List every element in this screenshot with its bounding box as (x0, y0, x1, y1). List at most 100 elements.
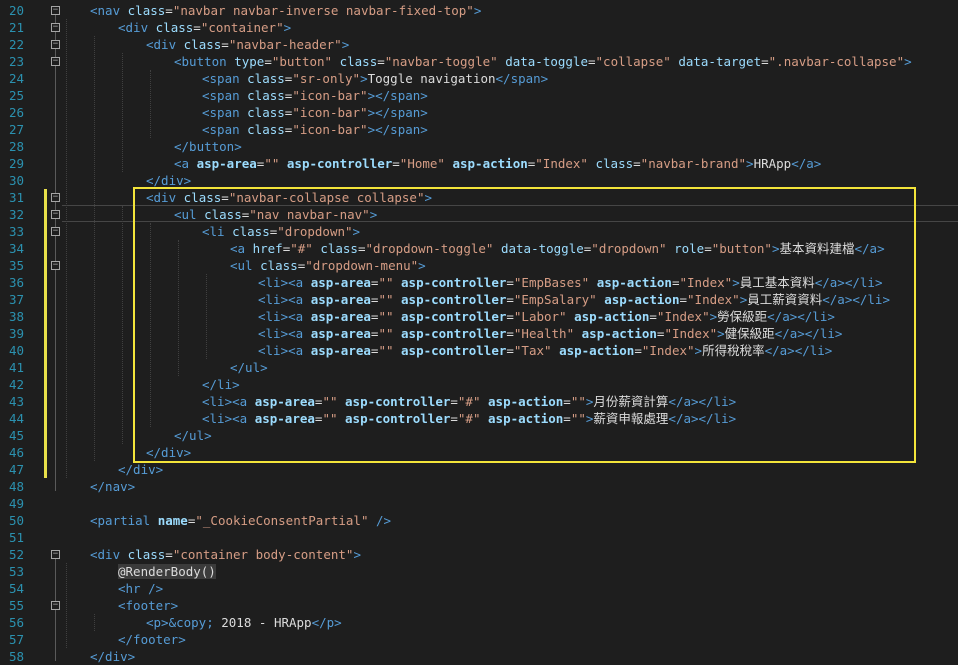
code-token: = (671, 275, 680, 290)
code-token: "_CookieConsentPartial" (195, 513, 376, 528)
code-line[interactable]: 25 <span class="icon-bar"></span> (0, 87, 958, 104)
code-line[interactable]: 37 <li><a asp-area="" asp-controller="Emp… (0, 291, 958, 308)
code-line[interactable]: 48 </nav> (0, 478, 958, 495)
line-number: 54 (8, 581, 24, 596)
line-number: 45 (8, 428, 24, 443)
code-line[interactable]: 22 − <div class="navbar-header"> (0, 36, 958, 53)
code-line[interactable]: 36 <li><a asp-area="" asp-controller="Emp… (0, 274, 958, 291)
code-token: class (247, 71, 285, 86)
code-token: "#" (457, 394, 489, 409)
code-line[interactable]: 28 </button> (0, 138, 958, 155)
code-token: = (377, 54, 385, 69)
code-text: <a href="#" class="dropdown-toggle" data… (230, 240, 885, 257)
code-line[interactable]: 58 </div> (0, 648, 958, 665)
collapse-icon[interactable]: − (51, 550, 60, 559)
line-number: 20 (8, 3, 24, 18)
code-text: <div class="navbar-collapse collapse"> (146, 189, 432, 206)
code-token: class (595, 156, 634, 171)
code-line[interactable]: 39 <li><a asp-area="" asp-controller="Hea… (0, 325, 958, 342)
code-line[interactable]: 30 </div> (0, 172, 958, 189)
code-line[interactable]: 33 − <li class="dropdown"> (0, 223, 958, 240)
code-line[interactable]: 43 <li><a asp-area="" asp-controller="#" … (0, 393, 958, 410)
code-line[interactable]: 50 <partial name="_CookieConsentPartial" … (0, 512, 958, 529)
code-line[interactable]: 56 <p>&copy; 2018 - HRApp</p> (0, 614, 958, 631)
collapse-icon[interactable]: − (51, 40, 60, 49)
code-text: <li class="dropdown"> (202, 223, 360, 240)
code-token: @RenderBody() (118, 564, 216, 579)
code-line[interactable]: 42 </li> (0, 376, 958, 393)
code-editor[interactable]: 20− <nav class="navbar navbar-inverse nav… (0, 0, 958, 665)
line-number: 51 (8, 530, 24, 545)
code-line[interactable]: 38 <li><a asp-area="" asp-controller="Lab… (0, 308, 958, 325)
code-token: "icon-bar" (292, 88, 368, 103)
collapse-icon[interactable]: − (51, 261, 60, 270)
code-line[interactable]: 24 <span class="sr-only">Toggle navigatio… (0, 70, 958, 87)
code-token: asp-controller (401, 292, 507, 307)
collapse-icon[interactable]: − (51, 6, 60, 15)
code-token: 月份薪資計算 (593, 394, 669, 409)
code-line[interactable]: 53 @RenderBody() (0, 563, 958, 580)
code-token: "" (378, 309, 402, 324)
code-token: "navbar-toggle" (384, 54, 506, 69)
code-token: > (418, 258, 426, 273)
code-line[interactable]: 29 <a asp-area="" asp-controller="Home" a… (0, 155, 958, 172)
code-text: <span class="icon-bar"></span> (202, 104, 428, 121)
code-token: = (679, 292, 688, 307)
code-token: "" (322, 394, 346, 409)
code-line[interactable]: 51 (0, 529, 958, 546)
code-token: "button" (711, 241, 772, 256)
code-line[interactable]: 52 − <div class="container body-content"> (0, 546, 958, 563)
code-line[interactable]: 31 − <div class="navbar-collapse collapse"… (0, 189, 958, 206)
code-token: "icon-bar" (292, 105, 368, 120)
code-token: "Index" (679, 275, 733, 290)
code-token: ></span> (367, 88, 428, 103)
code-line[interactable]: 55 − <footer> (0, 597, 958, 614)
code-token: HRApp (753, 156, 792, 171)
code-line[interactable]: 44 <li><a asp-area="" asp-controller="#" … (0, 410, 958, 427)
collapse-icon[interactable]: − (51, 227, 60, 236)
code-line[interactable]: 26 <span class="icon-bar"></span> (0, 104, 958, 121)
code-line[interactable]: 54 <hr /> (0, 580, 958, 597)
code-line[interactable]: 32 − <ul class="nav navbar-nav"> (0, 206, 958, 223)
code-line[interactable]: 27 <span class="icon-bar"></span> (0, 121, 958, 138)
line-number: 35 (8, 258, 24, 273)
code-token: = (450, 411, 458, 426)
code-token: asp-action (488, 411, 564, 426)
code-line[interactable]: 35 − <ul class="dropdown-menu"> (0, 257, 958, 274)
collapse-icon[interactable]: − (51, 23, 60, 32)
code-token: ></span> (367, 122, 428, 137)
code-token: <div (90, 547, 128, 562)
code-line[interactable]: 47 </div> (0, 461, 958, 478)
code-token: <a (230, 241, 253, 256)
code-line[interactable]: 40 <li><a asp-area="" asp-controller="Tax… (0, 342, 958, 359)
code-text: <button type="button" class="navbar-togg… (174, 53, 912, 70)
code-token: "Index" (664, 326, 718, 341)
code-token: = (506, 292, 514, 307)
collapse-icon[interactable]: − (51, 193, 60, 202)
code-token: <nav (90, 3, 128, 18)
code-token: asp-area (196, 156, 257, 171)
code-line[interactable]: 23− <button type="button" class="navbar-t… (0, 53, 958, 70)
code-token: "dropdown" (591, 241, 675, 256)
code-token: = (392, 156, 400, 171)
code-line[interactable]: 41 </ul> (0, 359, 958, 376)
code-token: "dropdown-toggle" (365, 241, 501, 256)
collapse-icon[interactable]: − (51, 57, 60, 66)
code-token: <li><a (202, 411, 255, 426)
collapse-icon[interactable]: − (51, 210, 60, 219)
code-token: <button (174, 54, 235, 69)
code-token: 2018 - HRApp (213, 615, 312, 630)
code-text: </ul> (174, 427, 212, 444)
code-line[interactable]: 45 </ul> (0, 427, 958, 444)
collapse-icon[interactable]: − (51, 601, 60, 610)
code-line[interactable]: 49 (0, 495, 958, 512)
code-token: </a></li> (767, 309, 835, 324)
code-line[interactable]: 21 − <div class="container"> (0, 19, 958, 36)
line-number: 53 (8, 564, 24, 579)
code-token: <span (202, 88, 248, 103)
code-line[interactable]: 20 − <nav class="navbar navbar-inverse nav… (0, 2, 958, 19)
code-line[interactable]: 57 </footer> (0, 631, 958, 648)
code-line[interactable]: 46 </div> (0, 444, 958, 461)
code-text: </li> (202, 376, 240, 393)
code-line[interactable]: 34 <a href="#" class="dropdown-toggle" da… (0, 240, 958, 257)
